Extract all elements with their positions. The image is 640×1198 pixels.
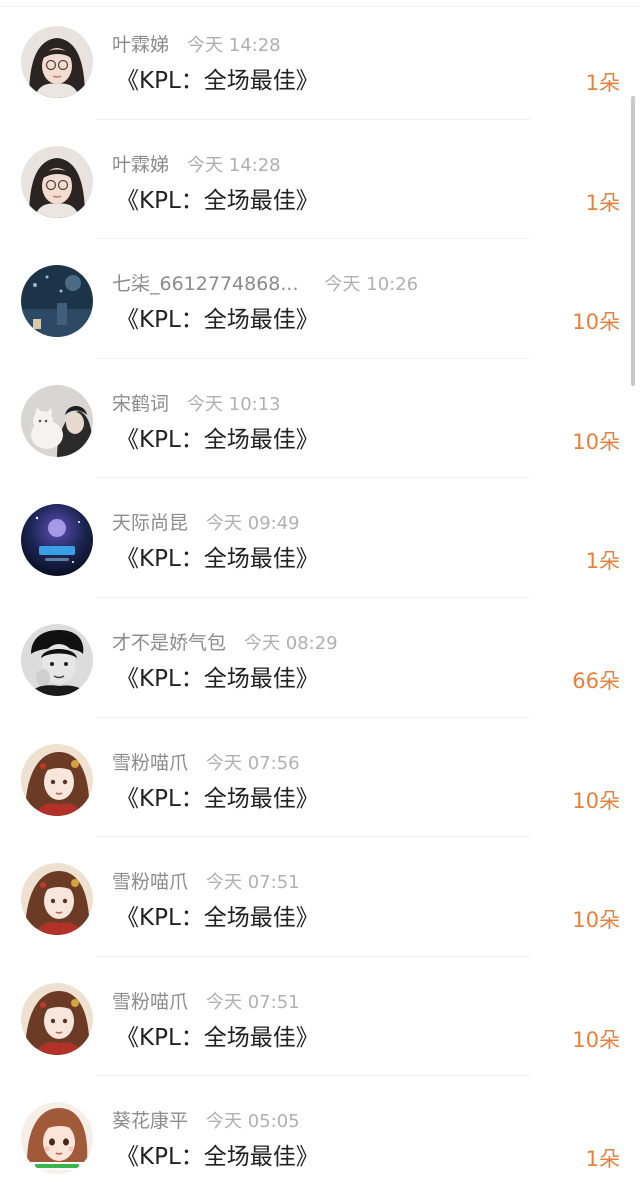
avatar[interactable] xyxy=(21,504,93,577)
username[interactable]: 雪粉喵爪 xyxy=(112,752,188,774)
avatar[interactable] xyxy=(21,1102,93,1175)
record-meta: 叶霖娣 今天 14:28 xyxy=(112,150,281,180)
username[interactable]: 雪粉喵爪 xyxy=(112,991,188,1013)
flower-count: 66朵 xyxy=(572,669,620,693)
avatar-person-with-cat-icon xyxy=(21,384,93,457)
timestamp: 今天 10:26 xyxy=(324,274,419,296)
username[interactable]: 七柒_6612774868... xyxy=(112,273,299,295)
list-item[interactable]: 雪粉喵爪 今天 07:51 《KPL：全场最佳》 10朵 xyxy=(0,837,640,957)
gift-title: 《KPL：全场最佳》 xyxy=(116,905,319,932)
avatar-anime-girl-icon xyxy=(21,863,93,936)
scrollbar[interactable] xyxy=(631,96,635,386)
timestamp: 今天 07:56 xyxy=(206,752,300,774)
gift-title: 《KPL：全场最佳》 xyxy=(116,187,319,214)
record-meta: 才不是娇气包 今天 08:29 xyxy=(112,628,338,658)
timestamp: 今天 14:28 xyxy=(187,35,281,56)
flower-count: 1朵 xyxy=(585,71,620,95)
list-item[interactable]: 七柒_6612774868... 今天 10:26 《KPL：全场最佳》 10朵 xyxy=(0,239,640,359)
list-item[interactable]: 叶霖娣 今天 14:28 《KPL：全场最佳》 1朵 xyxy=(0,0,640,120)
avatar[interactable] xyxy=(21,624,93,696)
timestamp: 今天 10:13 xyxy=(187,393,281,415)
avatar[interactable] xyxy=(21,743,93,816)
timestamp: 今天 05:05 xyxy=(206,1111,300,1133)
avatar[interactable] xyxy=(21,982,93,1055)
gift-title: 《KPL：全场最佳》 xyxy=(116,68,319,94)
avatar[interactable] xyxy=(21,863,93,936)
gift-title: 《KPL：全场最佳》 xyxy=(116,1024,319,1051)
record-meta: 七柒_6612774868... 今天 10:26 xyxy=(112,269,418,299)
flower-count: 10朵 xyxy=(572,429,620,454)
avatar-girl-glasses-icon xyxy=(21,26,93,98)
username[interactable]: 才不是娇气包 xyxy=(112,632,226,654)
avatar[interactable] xyxy=(21,26,93,98)
username[interactable]: 叶霖娣 xyxy=(112,34,169,56)
record-meta: 葵花康平 今天 05:05 xyxy=(112,1106,300,1136)
avatar-bw-portrait-icon xyxy=(21,624,93,696)
avatar-night-scene-icon xyxy=(21,265,93,338)
list-item[interactable]: 叶霖娣 今天 14:28 《KPL：全场最佳》 1朵 xyxy=(0,120,640,240)
record-meta: 雪粉喵爪 今天 07:51 xyxy=(112,987,300,1017)
gift-title: 《KPL：全场最佳》 xyxy=(116,666,319,692)
timestamp: 今天 09:49 xyxy=(206,513,300,535)
avatar-cartoon-girl-icon xyxy=(21,1102,93,1175)
flower-count: 10朵 xyxy=(572,908,620,933)
timestamp: 今天 14:28 xyxy=(187,154,281,176)
list-item[interactable]: 雪粉喵爪 今天 07:51 《KPL：全场最佳》 10朵 xyxy=(0,957,640,1077)
flower-count: 10朵 xyxy=(572,788,620,813)
record-meta: 宋鹤词 今天 10:13 xyxy=(112,389,281,419)
flower-count: 10朵 xyxy=(572,310,620,335)
timestamp: 今天 08:29 xyxy=(244,633,338,654)
avatar-anime-girl-icon xyxy=(21,743,93,816)
username[interactable]: 天际尚昆 xyxy=(112,512,188,534)
flower-count: 1朵 xyxy=(585,190,620,215)
record-meta: 叶霖娣 今天 14:28 xyxy=(112,30,281,60)
avatar-anime-girl-icon xyxy=(21,982,93,1055)
gift-title: 《KPL：全场最佳》 xyxy=(116,426,319,453)
username[interactable]: 宋鹤词 xyxy=(112,393,169,415)
flower-count: 1朵 xyxy=(585,549,620,574)
flower-count: 1朵 xyxy=(585,1147,620,1172)
username[interactable]: 雪粉喵爪 xyxy=(112,871,188,893)
timestamp: 今天 07:51 xyxy=(206,872,300,894)
gift-title: 《KPL：全场最佳》 xyxy=(116,1144,319,1171)
avatar-girl-glasses-icon xyxy=(21,145,93,218)
avatar-galaxy-logo-icon xyxy=(21,504,93,577)
record-meta: 天际尚昆 今天 09:49 xyxy=(112,508,300,538)
avatar[interactable] xyxy=(21,265,93,338)
list-item[interactable]: 天际尚昆 今天 09:49 《KPL：全场最佳》 1朵 xyxy=(0,478,640,598)
username[interactable]: 葵花康平 xyxy=(112,1110,188,1132)
flower-count: 10朵 xyxy=(572,1027,620,1052)
record-meta: 雪粉喵爪 今天 07:56 xyxy=(112,748,300,778)
gift-title: 《KPL：全场最佳》 xyxy=(116,546,319,573)
avatar[interactable] xyxy=(21,145,93,218)
username[interactable]: 叶霖娣 xyxy=(112,154,169,176)
list-item[interactable]: 宋鹤词 今天 10:13 《KPL：全场最佳》 10朵 xyxy=(0,359,640,479)
gift-title: 《KPL：全场最佳》 xyxy=(116,785,319,812)
gift-title: 《KPL：全场最佳》 xyxy=(116,307,319,334)
list-item[interactable]: 葵花康平 今天 05:05 《KPL：全场最佳》 1朵 xyxy=(0,1076,640,1196)
timestamp: 今天 07:51 xyxy=(206,991,300,1013)
avatar[interactable] xyxy=(21,384,93,457)
record-meta: 雪粉喵爪 今天 07:51 xyxy=(112,867,300,897)
list-item[interactable]: 雪粉喵爪 今天 07:56 《KPL：全场最佳》 10朵 xyxy=(0,718,640,838)
list-item[interactable]: 才不是娇气包 今天 08:29 《KPL：全场最佳》 66朵 xyxy=(0,598,640,718)
